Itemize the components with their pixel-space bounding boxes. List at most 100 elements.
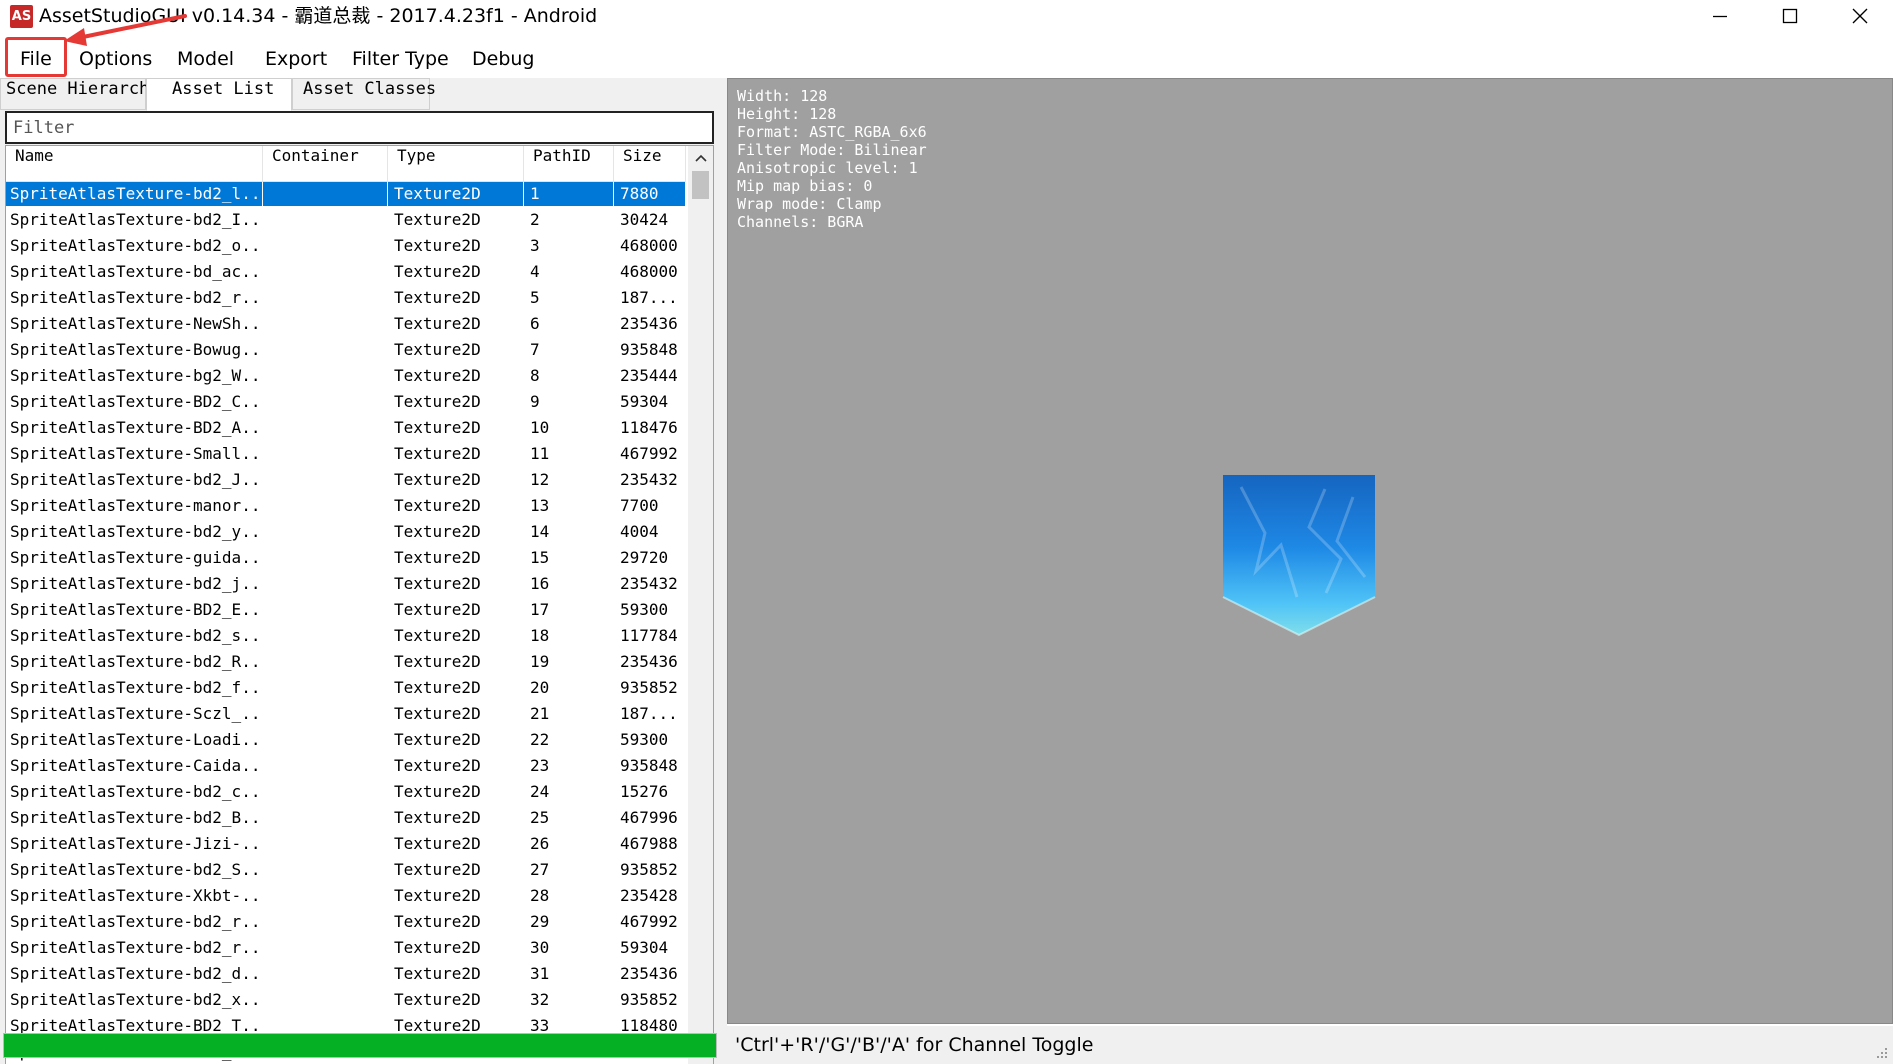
cell-name: SpriteAtlasTexture-bd_ac... xyxy=(10,262,263,281)
table-row[interactable]: SpriteAtlasTexture-bd2_s... Texture2D 18 11… xyxy=(6,624,686,648)
cell-name: SpriteAtlasTexture-bd2_B... xyxy=(10,808,263,827)
cell-name: SpriteAtlasTexture-bd2_R... xyxy=(10,652,263,671)
menu-filter-type[interactable]: Filter Type xyxy=(346,42,455,76)
left-panel: Scene Hierarchy Asset List Asset Classes… xyxy=(0,78,723,1064)
cell-type: Texture2D xyxy=(394,470,481,489)
cell-type: Texture2D xyxy=(394,288,481,307)
cell-type: Texture2D xyxy=(394,652,481,671)
cell-size: 235432 xyxy=(620,470,678,489)
filter-input[interactable] xyxy=(13,115,703,141)
column-header-size[interactable]: Size xyxy=(614,146,686,182)
cell-size: 117784 xyxy=(620,626,678,645)
table-row[interactable]: SpriteAtlasTexture-bd2_f... Texture2D 20 93… xyxy=(6,676,686,700)
table-row[interactable]: SpriteAtlasTexture-bd2_o... Texture2D 3 468… xyxy=(6,234,686,258)
cell-name: SpriteAtlasTexture-bd2_d... xyxy=(10,964,263,983)
asset-list[interactable]: Name Container Type PathID Size SpriteAt… xyxy=(5,145,714,1064)
table-row[interactable]: SpriteAtlasTexture-Bowug... Texture2D 7 935… xyxy=(6,338,686,362)
menu-bar: File Options Model Export Filter Type De… xyxy=(0,40,1896,78)
texture-info-line: Filter Mode: Bilinear xyxy=(737,141,927,159)
table-row[interactable]: SpriteAtlasTexture-Loadi... Texture2D 22 59… xyxy=(6,728,686,752)
cell-pathid: 10 xyxy=(530,418,550,437)
cell-pathid: 6 xyxy=(530,314,540,333)
cell-container xyxy=(263,624,388,648)
table-row[interactable]: SpriteAtlasTexture-bd2_l... Texture2D 1 788… xyxy=(6,182,686,206)
table-row[interactable]: SpriteAtlasTexture-bd2_x... Texture2D 32 93… xyxy=(6,988,686,1012)
filter-box xyxy=(5,111,714,144)
table-row[interactable]: SpriteAtlasTexture-guida... Texture2D 15 29… xyxy=(6,546,686,570)
column-header-name[interactable]: Name xyxy=(6,146,263,182)
column-header-container[interactable]: Container xyxy=(263,146,388,182)
texture-info-line: Width: 128 xyxy=(737,87,828,105)
scroll-up-button[interactable] xyxy=(688,146,713,170)
table-row[interactable]: SpriteAtlasTexture-bd2_y... Texture2D 14 40… xyxy=(6,520,686,544)
cell-pathid: 8 xyxy=(530,366,540,385)
texture-info-line: Height: 128 xyxy=(737,105,837,123)
menu-options[interactable]: Options xyxy=(73,42,158,76)
table-row[interactable]: SpriteAtlasTexture-Sczl_... Texture2D 21 18… xyxy=(6,702,686,726)
menu-debug[interactable]: Debug xyxy=(466,42,540,76)
cell-pathid: 2 xyxy=(530,210,540,229)
maximize-button[interactable] xyxy=(1755,0,1825,32)
menu-model[interactable]: Model xyxy=(171,42,240,76)
column-header-type[interactable]: Type xyxy=(388,146,524,182)
cell-size: 29720 xyxy=(620,548,669,567)
menu-export[interactable]: Export xyxy=(259,42,333,76)
app-icon: AS xyxy=(10,5,33,28)
cell-container xyxy=(263,858,388,882)
cell-type: Texture2D xyxy=(394,496,481,515)
cell-type: Texture2D xyxy=(394,886,481,905)
vertical-scrollbar[interactable] xyxy=(688,146,713,1064)
table-row[interactable]: SpriteAtlasTexture-BD2_C... Texture2D 9 593… xyxy=(6,390,686,414)
cell-name: SpriteAtlasTexture-bd2_r... xyxy=(10,912,263,931)
cell-pathid: 5 xyxy=(530,288,540,307)
column-header-pathid[interactable]: PathID xyxy=(524,146,614,182)
cell-pathid: 21 xyxy=(530,704,550,723)
cell-name: SpriteAtlasTexture-bd2_s... xyxy=(10,626,263,645)
resize-grip-icon[interactable] xyxy=(1873,1044,1889,1060)
cell-container xyxy=(263,494,388,518)
cell-pathid: 14 xyxy=(530,522,550,541)
table-row[interactable]: SpriteAtlasTexture-bd2_B... Texture2D 25 46… xyxy=(6,806,686,830)
cell-type: Texture2D xyxy=(394,678,481,697)
cell-name: SpriteAtlasTexture-bd2_J... xyxy=(10,470,263,489)
menu-file[interactable]: File xyxy=(14,42,58,76)
cell-name: SpriteAtlasTexture-manor... xyxy=(10,496,263,515)
cell-container xyxy=(263,416,388,440)
cell-size: 235436 xyxy=(620,964,678,983)
table-row[interactable]: SpriteAtlasTexture-bd2_J... Texture2D 12 23… xyxy=(6,468,686,492)
table-row[interactable]: SpriteAtlasTexture-bd_ac... Texture2D 4 468… xyxy=(6,260,686,284)
table-row[interactable]: SpriteAtlasTexture-Small... Texture2D 11 46… xyxy=(6,442,686,466)
cell-name: SpriteAtlasTexture-Jizi-... xyxy=(10,834,263,853)
tab-scene-hierarchy[interactable]: Scene Hierarchy xyxy=(0,78,160,110)
cell-type: Texture2D xyxy=(394,756,481,775)
table-row[interactable]: SpriteAtlasTexture-bd2_j... Texture2D 16 23… xyxy=(6,572,686,596)
table-row[interactable]: SpriteAtlasTexture-bg2_W... Texture2D 8 235… xyxy=(6,364,686,388)
table-row[interactable]: SpriteAtlasTexture-bd2_I... Texture2D 2 304… xyxy=(6,208,686,232)
table-row[interactable]: SpriteAtlasTexture-bd2_r... Texture2D 5 187… xyxy=(6,286,686,310)
table-row[interactable]: SpriteAtlasTexture-BD2_A... Texture2D 10 11… xyxy=(6,416,686,440)
cell-size: 467988 xyxy=(620,834,678,853)
table-row[interactable]: SpriteAtlasTexture-BD2_E... Texture2D 17 59… xyxy=(6,598,686,622)
tab-asset-list[interactable]: Asset List xyxy=(146,78,292,111)
table-row[interactable]: SpriteAtlasTexture-Xkbt-... Texture2D 28 23… xyxy=(6,884,686,908)
cell-type: Texture2D xyxy=(394,392,481,411)
table-row[interactable]: SpriteAtlasTexture-bd2_d... Texture2D 31 23… xyxy=(6,962,686,986)
table-row[interactable]: SpriteAtlasTexture-Jizi-... Texture2D 26 46… xyxy=(6,832,686,856)
table-row[interactable]: SpriteAtlasTexture-bd2_R... Texture2D 19 23… xyxy=(6,650,686,674)
table-row[interactable]: SpriteAtlasTexture-bd2_r... Texture2D 29 46… xyxy=(6,910,686,934)
minimize-button[interactable] xyxy=(1685,0,1755,32)
table-row[interactable]: SpriteAtlasTexture-Caida... Texture2D 23 93… xyxy=(6,754,686,778)
table-row[interactable]: SpriteAtlasTexture-bd2_S... Texture2D 27 93… xyxy=(6,858,686,882)
maximize-icon xyxy=(1782,8,1798,24)
cell-size: 235436 xyxy=(620,314,678,333)
scroll-thumb[interactable] xyxy=(692,171,709,199)
cell-name: SpriteAtlasTexture-guida... xyxy=(10,548,263,567)
close-button[interactable] xyxy=(1825,0,1895,32)
table-row[interactable]: SpriteAtlasTexture-manor... Texture2D 13 77… xyxy=(6,494,686,518)
table-row[interactable]: SpriteAtlasTexture-bd2_r... Texture2D 30 59… xyxy=(6,936,686,960)
table-row[interactable]: SpriteAtlasTexture-bd2_c... Texture2D 24 15… xyxy=(6,780,686,804)
table-row[interactable]: SpriteAtlasTexture-NewSh... Texture2D 6 235… xyxy=(6,312,686,336)
tab-asset-classes[interactable]: Asset Classes xyxy=(292,78,436,110)
cell-name: SpriteAtlasTexture-bd2_I... xyxy=(10,210,263,229)
cell-name: SpriteAtlasTexture-BD2_C... xyxy=(10,392,263,411)
